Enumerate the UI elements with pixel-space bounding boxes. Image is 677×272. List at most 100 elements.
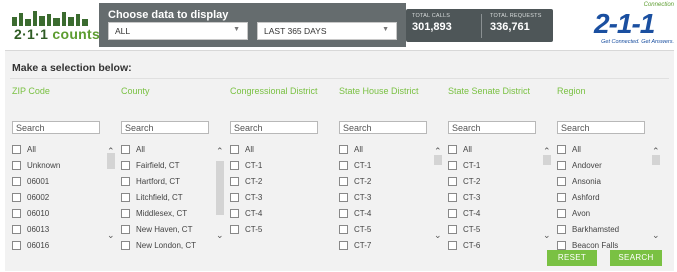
checkbox-item[interactable]: New Haven, CT [121, 223, 226, 239]
checkbox[interactable] [230, 209, 239, 218]
211-brand-logo[interactable]: Connection 2-1-1 Get Connected. Get Answ… [586, 2, 674, 48]
checkbox-item[interactable]: All [12, 143, 117, 159]
list-scrollbar[interactable]: ⌃ ⌄ [215, 143, 225, 241]
checkbox[interactable] [121, 209, 130, 218]
checkbox-item[interactable]: All [339, 143, 444, 159]
search-button[interactable]: SEARCH [610, 250, 662, 266]
checkbox[interactable] [339, 145, 348, 154]
chevron-down-icon[interactable]: ⌄ [543, 231, 551, 240]
checkbox-item[interactable]: All [121, 143, 226, 159]
checkbox[interactable] [121, 177, 130, 186]
checkbox[interactable] [230, 177, 239, 186]
scrollbar-thumb[interactable] [543, 155, 551, 165]
checkbox[interactable] [12, 209, 21, 218]
list-scrollbar[interactable]: ⌃ ⌄ [651, 143, 661, 241]
checkbox[interactable] [557, 177, 566, 186]
scrollbar-thumb[interactable] [107, 153, 115, 169]
checkbox-item[interactable]: Hartford, CT [121, 175, 226, 191]
filter-search-input[interactable] [12, 121, 100, 134]
chevron-up-icon[interactable]: ⌃ [216, 147, 224, 156]
checkbox-item[interactable]: CT-2 [230, 175, 335, 191]
checkbox[interactable] [448, 177, 457, 186]
checkbox-item[interactable]: CT-5 [448, 223, 553, 239]
chevron-down-icon[interactable]: ⌄ [216, 231, 224, 240]
chevron-up-icon[interactable]: ⌃ [543, 147, 551, 156]
checkbox[interactable] [12, 161, 21, 170]
filter-search-input[interactable] [121, 121, 209, 134]
checkbox[interactable] [230, 161, 239, 170]
checkbox-item[interactable]: 06002 [12, 191, 117, 207]
data-type-select[interactable]: ALL ▼ [108, 22, 248, 40]
checkbox-item[interactable]: Unknown [12, 159, 117, 175]
checkbox-item[interactable]: 06016 [12, 239, 117, 253]
chevron-down-icon[interactable]: ⌄ [107, 231, 115, 240]
checkbox[interactable] [448, 161, 457, 170]
211-counts-logo[interactable]: 2·1·1 counts [6, 8, 100, 44]
checkbox-item[interactable]: CT-1 [448, 159, 553, 175]
filter-search-input[interactable] [557, 121, 645, 134]
list-scrollbar[interactable]: ⌃ ⌄ [542, 143, 552, 241]
checkbox[interactable] [339, 209, 348, 218]
filter-search-input[interactable] [339, 121, 427, 134]
checkbox-item[interactable]: All [448, 143, 553, 159]
chevron-down-icon[interactable]: ⌄ [652, 231, 660, 240]
checkbox-item[interactable]: Fairfield, CT [121, 159, 226, 175]
checkbox-item[interactable]: CT-4 [230, 207, 335, 223]
checkbox[interactable] [230, 225, 239, 234]
scrollbar-thumb[interactable] [652, 155, 660, 165]
checkbox-item[interactable]: Litchfield, CT [121, 191, 226, 207]
checkbox[interactable] [448, 225, 457, 234]
checkbox[interactable] [448, 145, 457, 154]
checkbox-item[interactable]: CT-3 [230, 191, 335, 207]
checkbox-item[interactable]: Barkhamsted [557, 223, 662, 239]
filter-search-input[interactable] [448, 121, 536, 134]
checkbox-item[interactable]: CT-4 [448, 207, 553, 223]
checkbox-item[interactable]: Andover [557, 159, 662, 175]
checkbox[interactable] [557, 145, 566, 154]
checkbox[interactable] [448, 209, 457, 218]
checkbox[interactable] [121, 241, 130, 250]
checkbox[interactable] [557, 193, 566, 202]
checkbox-item[interactable]: CT-2 [448, 175, 553, 191]
checkbox[interactable] [448, 241, 457, 250]
checkbox[interactable] [339, 241, 348, 250]
scrollbar-thumb[interactable] [216, 161, 224, 215]
checkbox[interactable] [12, 177, 21, 186]
checkbox[interactable] [121, 193, 130, 202]
checkbox-item[interactable]: 06001 [12, 175, 117, 191]
reset-button[interactable]: RESET [547, 250, 597, 266]
checkbox[interactable] [448, 193, 457, 202]
checkbox[interactable] [339, 177, 348, 186]
checkbox[interactable] [12, 145, 21, 154]
list-scrollbar[interactable]: ⌃ ⌄ [433, 143, 443, 241]
checkbox[interactable] [339, 193, 348, 202]
checkbox[interactable] [121, 225, 130, 234]
checkbox-item[interactable]: CT-1 [339, 159, 444, 175]
checkbox[interactable] [121, 145, 130, 154]
checkbox[interactable] [12, 225, 21, 234]
checkbox[interactable] [339, 161, 348, 170]
checkbox[interactable] [230, 145, 239, 154]
checkbox-item[interactable]: Ashford [557, 191, 662, 207]
checkbox-item[interactable]: CT-2 [339, 175, 444, 191]
checkbox-item[interactable]: 06010 [12, 207, 117, 223]
chevron-down-icon[interactable]: ⌄ [434, 231, 442, 240]
checkbox[interactable] [557, 209, 566, 218]
checkbox[interactable] [121, 161, 130, 170]
checkbox-item[interactable]: All [230, 143, 335, 159]
checkbox-item[interactable]: CT-3 [448, 191, 553, 207]
checkbox-item[interactable]: CT-7 [339, 239, 444, 253]
date-range-select[interactable]: LAST 365 DAYS ▼ [257, 22, 397, 40]
list-scrollbar[interactable]: ⌃ ⌄ [106, 143, 116, 241]
checkbox-item[interactable]: Avon [557, 207, 662, 223]
checkbox-item[interactable]: 06013 [12, 223, 117, 239]
checkbox-item[interactable]: CT-5 [230, 223, 335, 239]
checkbox-item[interactable]: CT-1 [230, 159, 335, 175]
scrollbar-thumb[interactable] [434, 155, 442, 165]
chevron-up-icon[interactable]: ⌃ [434, 147, 442, 156]
checkbox[interactable] [12, 193, 21, 202]
checkbox[interactable] [339, 225, 348, 234]
filter-search-input[interactable] [230, 121, 318, 134]
checkbox-item[interactable]: CT-4 [339, 207, 444, 223]
checkbox[interactable] [557, 241, 566, 250]
